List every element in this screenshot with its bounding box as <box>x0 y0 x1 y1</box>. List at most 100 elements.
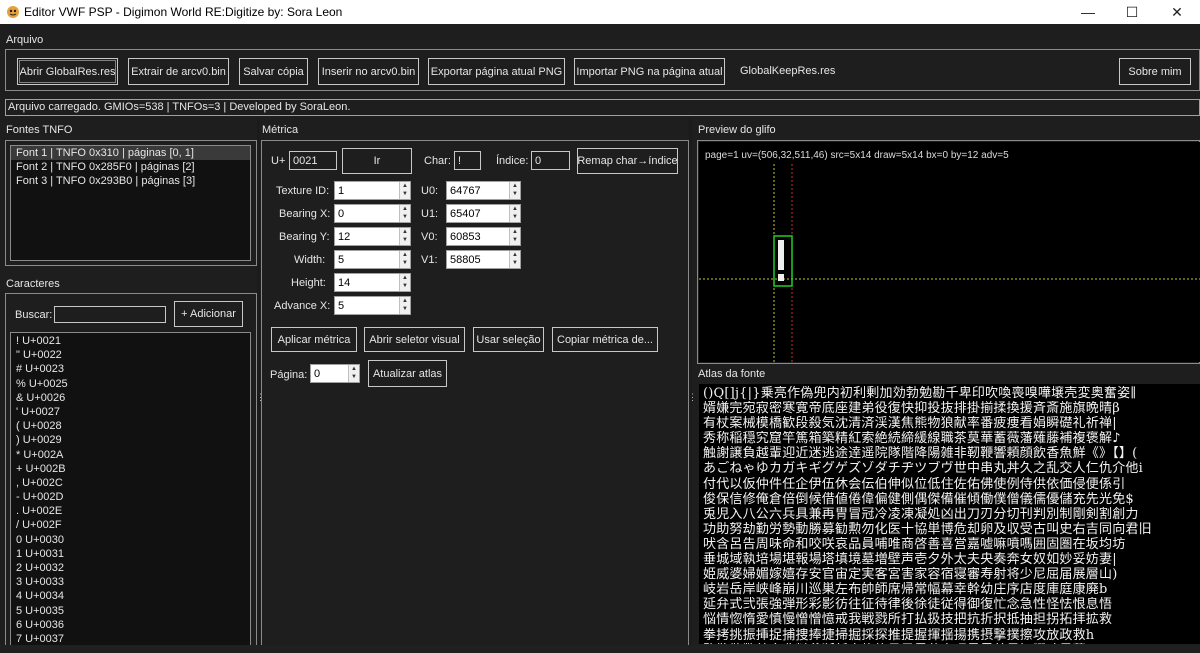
character-list-item[interactable]: # U+0023 <box>11 362 250 376</box>
character-list-item[interactable]: 5 U+0035 <box>11 604 250 618</box>
fontes-list[interactable]: Font 1 | TNFO 0x310 | páginas [0, 1] Fon… <box>10 145 251 261</box>
character-list-item[interactable]: / U+002F <box>11 518 250 532</box>
close-icon[interactable]: ✕ <box>1155 0 1199 24</box>
splitter[interactable] <box>257 118 260 653</box>
atlas-glyph-row: 功助努劫勤労勢動勝募勧勲勿化医十協単博危却卵及収受古叫史右吉同向君旧 <box>703 521 1152 537</box>
character-list-item[interactable]: 6 U+0036 <box>11 618 250 632</box>
texture-id-value: 1 <box>338 184 345 197</box>
abrir-seletor-button[interactable]: Abrir seletor visual <box>364 327 465 352</box>
character-list-item[interactable]: - U+002D <box>11 490 250 504</box>
aplicar-metrica-button[interactable]: Aplicar métrica <box>271 327 357 352</box>
char-input[interactable]: ! <box>454 151 481 170</box>
exportar-png-button[interactable]: Exportar página atual PNG <box>428 58 565 85</box>
u-label: U+ <box>271 155 286 167</box>
atlas-glyph-row: あごねゃゆカガキギグゲズゾダチヂツブヴ世中串丸丼久之乱交人仁仇介他i <box>703 461 1143 477</box>
atlas-glyph-row: 婿嫌完宛寂密寒寛帝底座建弟役復快抑投抜排掛揃揉換援斉斎施旗晩晴β <box>703 401 1120 417</box>
character-list-item[interactable]: 7 U+0037 <box>11 632 250 646</box>
inserir-arcv0-button[interactable]: Inserir no arcv0.bin <box>318 58 419 85</box>
character-list-item[interactable]: , U+002C <box>11 476 250 490</box>
preview-label: Preview do glifo <box>698 124 776 136</box>
list-item[interactable]: Font 2 | TNFO 0x285F0 | páginas [2] <box>11 160 250 174</box>
remap-button[interactable]: Remap char→índice <box>577 148 678 174</box>
glyph-preview-canvas[interactable]: page=1 uv=(506,32,511,46) src=5x14 draw=… <box>699 142 1200 362</box>
character-list-item[interactable]: % U+0025 <box>11 377 250 391</box>
character-list-item[interactable]: 0 U+0030 <box>11 533 250 547</box>
splitter[interactable] <box>689 118 692 653</box>
height-spinner[interactable]: 14 ▲ ▼ <box>334 273 411 292</box>
atlas-glyph-row: 有杖案械模橋歓段殺気沈清済渓漢焦熊物狼献率番疲痩看娟瞬礎礼祈禅| <box>703 416 1117 432</box>
character-list-item[interactable]: 1 U+0031 <box>11 547 250 561</box>
abrir-globalres-button[interactable]: Abrir GlobalRes.res <box>17 58 118 85</box>
salvar-copia-button[interactable]: Salvar cópia <box>239 58 308 85</box>
spinner-arrows-icon[interactable]: ▲ ▼ <box>399 205 410 222</box>
codepoint-input[interactable]: 0021 <box>289 151 337 170</box>
spinner-arrows-icon[interactable]: ▲ ▼ <box>399 274 410 291</box>
minimize-icon[interactable]: — <box>1066 0 1110 24</box>
spinner-arrows-icon[interactable]: ▲ ▼ <box>399 228 410 245</box>
spinner-arrows-icon[interactable]: ▲ ▼ <box>399 297 410 314</box>
character-list-item[interactable]: + U+002B <box>11 462 250 476</box>
bearing-y-spinner[interactable]: 12 ▲ ▼ <box>334 227 411 246</box>
maximize-icon[interactable]: ☐ <box>1110 0 1154 24</box>
width-value: 5 <box>338 253 345 266</box>
character-list-item[interactable]: 4 U+0034 <box>11 589 250 603</box>
buscar-input[interactable] <box>54 306 166 323</box>
u1-spinner[interactable]: 65407 ▲ ▼ <box>446 204 521 223</box>
spinner-arrows-icon[interactable]: ▲ ▼ <box>509 205 520 222</box>
bearing-y-value: 12 <box>338 230 351 243</box>
character-list-item[interactable]: " U+0022 <box>11 348 250 362</box>
bearing-x-label: Bearing X: <box>279 208 331 220</box>
advance-x-value: 5 <box>338 299 345 312</box>
width-spinner[interactable]: 5 ▲ ▼ <box>334 250 411 269</box>
v1-spinner[interactable]: 58805 ▲ ▼ <box>446 250 521 269</box>
character-list-item[interactable]: ' U+0027 <box>11 405 250 419</box>
glyph-guides <box>699 164 1200 362</box>
character-list-item[interactable]: * U+002A <box>11 448 250 462</box>
character-list-item[interactable]: ) U+0029 <box>11 433 250 447</box>
bearing-x-value: 0 <box>338 207 345 220</box>
character-list-item[interactable]: ! U+0021 <box>11 334 250 348</box>
height-value: 14 <box>338 276 351 289</box>
caracteres-list[interactable]: ! U+0021 " U+0022 # U+0023% U+0025 & U+0026… <box>10 332 251 653</box>
copiar-metrica-button[interactable]: Copiar métrica de... <box>552 327 658 352</box>
spinner-arrows-icon[interactable]: ▲ ▼ <box>509 251 520 268</box>
spinner-arrows-icon[interactable]: ▲ ▼ <box>399 251 410 268</box>
atlas-glyph-row: ()Q[]j{|}乗亮作偽兜内初利剰加効勃勉勘千卑印吹喚喪嗅嘩壌壳変奥奮姿∥ <box>703 386 1137 401</box>
atlas-label: Atlas da fonte <box>698 368 766 380</box>
bearing-x-spinner[interactable]: 0 ▲ ▼ <box>334 204 411 223</box>
atlas-glyph-row: 拳拷挑振挿捉捕捜捧捷掃掘採探推提握揮揺揚携摂撃撲擦攻放政救h <box>703 627 1095 643</box>
u0-spinner[interactable]: 64767 ▲ ▼ <box>446 181 521 200</box>
spinner-arrows-icon[interactable]: ▲ ▼ <box>509 182 520 199</box>
ir-button[interactable]: Ir <box>342 148 412 174</box>
v0-spinner[interactable]: 60853 ▲ ▼ <box>446 227 521 246</box>
caracteres-label: Caracteres <box>6 278 60 290</box>
atlas-glyph-row: 吠含呂告周味命和咬咲哀品員哺唯商啓善喜営嘉嘘嘛噴嗎囲固圏在坂均坊 <box>703 536 1126 552</box>
list-item[interactable]: Font 3 | TNFO 0x293B0 | páginas [3] <box>11 174 250 188</box>
pagina-value: 0 <box>314 367 321 380</box>
spinner-arrows-icon[interactable]: ▲ ▼ <box>348 365 359 382</box>
pagina-spinner[interactable]: 0 ▲ ▼ <box>310 364 360 383</box>
texture-id-spinner[interactable]: 1 ▲ ▼ <box>334 181 411 200</box>
usar-selecao-button[interactable]: Usar seleção <box>473 327 544 352</box>
character-list-item[interactable]: 2 U+0032 <box>11 561 250 575</box>
atlas-glyph-row: 触謝譲負越輩迎近迷逃途逹遥院隊階降陽雑非靭鞭響頼顔飲香魚鮮《》【】( <box>703 446 1138 462</box>
font-atlas-view[interactable]: ()Q[]j{|}乗亮作偽兜内初利剰加効勃勉勘千卑印吹喚喪嗅嘩壌壳変奥奮姿∥ 婿嫌… <box>699 384 1200 644</box>
character-list-item[interactable]: ( U+0028 <box>11 419 250 433</box>
list-item[interactable]: Font 1 | TNFO 0x310 | páginas [0, 1] <box>11 146 250 161</box>
arquivo-label: Arquivo <box>6 34 44 46</box>
advance-x-spinner[interactable]: 5 ▲ ▼ <box>334 296 411 315</box>
pagina-label: Página: <box>270 369 308 381</box>
extrair-arcv0-button[interactable]: Extrair de arcv0.bin <box>128 58 229 85</box>
atlas-glyph-row: 付代以仮仲件任企伊伍休会伝伯伸似位低住佐佑佛使例侍供依価侵便係引 <box>703 476 1126 492</box>
v1-value: 58805 <box>450 253 481 266</box>
character-list-item[interactable]: . U+002E <box>11 504 250 518</box>
spinner-arrows-icon[interactable]: ▲ ▼ <box>509 228 520 245</box>
atualizar-atlas-button[interactable]: Atualizar atlas <box>368 360 447 387</box>
character-list-item[interactable]: & U+0026 <box>11 391 250 405</box>
spinner-arrows-icon[interactable]: ▲ ▼ <box>399 182 410 199</box>
character-list-item[interactable]: 3 U+0033 <box>11 575 250 589</box>
importar-png-button[interactable]: Importar PNG na página atual <box>574 58 725 85</box>
adicionar-button[interactable]: + Adicionar <box>174 301 243 327</box>
sobre-mim-button[interactable]: Sobre mim <box>1119 58 1191 85</box>
indice-input[interactable]: 0 <box>531 151 570 170</box>
